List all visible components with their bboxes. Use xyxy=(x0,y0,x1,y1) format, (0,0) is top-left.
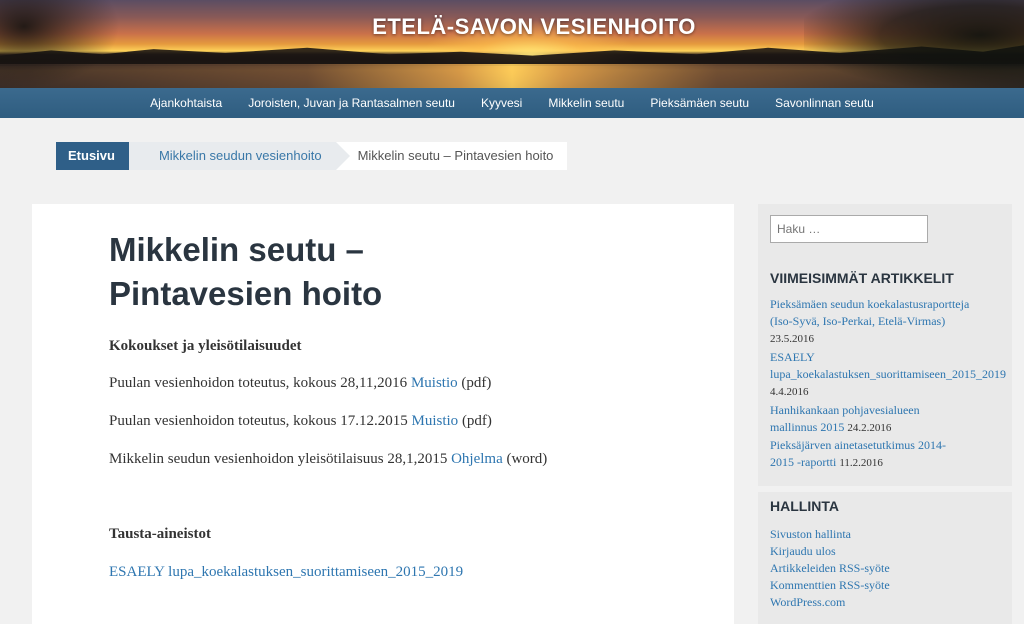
page-title-line2: Pintavesien hoito xyxy=(109,275,383,312)
recent-article-item: ESAELY lupa_koekalastuksen_suorittamiseen… xyxy=(770,349,1010,401)
meeting-row-text: Mikkelin seudun vesienhoidon yleisötilai… xyxy=(109,451,452,467)
meeting-row-text: Puulan vesienhoidon toteutus, kokous 17.… xyxy=(109,413,412,429)
wordpress-link[interactable]: WordPress.com xyxy=(770,595,845,609)
nav-item-ajankohtaista[interactable]: Ajankohtaista xyxy=(150,96,222,110)
file-type: (pdf) xyxy=(458,413,492,429)
articles-rss-link[interactable]: Artikkeleiden RSS-syöte xyxy=(770,561,890,575)
site-title[interactable]: ETELÄ-SAVON VESIENHOITO xyxy=(0,14,1024,40)
article: Mikkelin seutu – Pintavesien hoito Kokou… xyxy=(32,204,734,624)
section-heading-background: Tausta-aineistot xyxy=(109,526,211,543)
breadcrumb: Etusivu Mikkelin seudun vesienhoito Mikk… xyxy=(56,142,568,170)
background-link-row: ESAELY lupa_koekalastuksen_suorittamisee… xyxy=(109,564,463,581)
meeting-row: Puulan vesienhoidon toteutus, kokous 17.… xyxy=(109,413,492,430)
admin-heading: HALLINTA xyxy=(770,498,839,514)
recent-article-link[interactable]: Hanhikankaan pohjavesialueen mallinnus 20… xyxy=(770,403,920,434)
site-admin-link[interactable]: Sivuston hallinta xyxy=(770,527,851,541)
nav-item-pieksamaen-seutu[interactable]: Pieksämäen seutu xyxy=(650,96,749,110)
breadcrumb-current: Mikkelin seutu – Pintavesien hoito xyxy=(335,142,568,170)
sidebar-divider xyxy=(758,486,1012,492)
page-title: Mikkelin seutu – Pintavesien hoito xyxy=(109,228,469,316)
search-input[interactable] xyxy=(770,215,928,243)
section-heading-meetings-text: Kokoukset ja yleisötilaisuudet xyxy=(109,338,302,354)
sidebar: VIIMEISIMMÄT ARTIKKELIT Pieksämäen seudu… xyxy=(758,204,1012,624)
nav-item-kyyvesi[interactable]: Kyyvesi xyxy=(481,96,522,110)
meeting-row: Mikkelin seudun vesienhoidon yleisötilai… xyxy=(109,451,547,468)
recent-article-date: 4.4.2016 xyxy=(770,386,809,398)
recent-article-link[interactable]: ESAELY lupa_koekalastuksen_suorittamiseen… xyxy=(770,350,1006,381)
file-type: (word) xyxy=(502,451,548,467)
recent-article-link[interactable]: Pieksämäen seudun koekalastusraportteja(… xyxy=(770,297,969,328)
logout-link[interactable]: Kirjaudu ulos xyxy=(770,544,836,558)
recent-article-date: 23.5.2016 xyxy=(770,333,814,345)
meeting-row: Puulan vesienhoidon toteutus, kokous 28,… xyxy=(109,375,491,392)
recent-article-item: Pieksäjärven ainetasetutkimus 2014- 2015 … xyxy=(770,437,1010,472)
file-type: (pdf) xyxy=(457,375,492,391)
muistio-link[interactable]: Muistio xyxy=(412,413,459,429)
page-title-line1: Mikkelin seutu – xyxy=(109,231,364,268)
recent-article-date: 11.2.2016 xyxy=(839,457,883,469)
comments-rss-link[interactable]: Kommenttien RSS-syöte xyxy=(770,578,890,592)
recent-article-date: 24.2.2016 xyxy=(847,422,892,434)
breadcrumb-home[interactable]: Etusivu xyxy=(56,142,143,170)
ohjelma-link[interactable]: Ohjelma xyxy=(451,451,503,467)
recent-articles-heading: VIIMEISIMMÄT ARTIKKELIT xyxy=(770,270,954,286)
main-nav: Ajankohtaista Joroisten, Juvan ja Rantas… xyxy=(0,88,1024,118)
recent-article-item: Pieksämäen seudun koekalastusraportteja(… xyxy=(770,296,1010,348)
recent-article-item: Hanhikankaan pohjavesialueen mallinnus 20… xyxy=(770,402,1010,437)
section-heading-background-text: Tausta-aineistot xyxy=(109,526,211,542)
admin-links: Sivuston hallinta Kirjaudu ulos Artikkel… xyxy=(770,526,1010,611)
nav-item-savonlinnan-seutu[interactable]: Savonlinnan seutu xyxy=(775,96,874,110)
muistio-link[interactable]: Muistio xyxy=(411,375,458,391)
section-heading-meetings: Kokoukset ja yleisötilaisuudet xyxy=(109,338,302,355)
nav-item-joroisten[interactable]: Joroisten, Juvan ja Rantasalmen seutu xyxy=(248,96,455,110)
breadcrumb-parent[interactable]: Mikkelin seudun vesienhoito xyxy=(128,142,350,170)
header-banner: ETELÄ-SAVON VESIENHOITO xyxy=(0,0,1024,88)
meeting-row-text: Puulan vesienhoidon toteutus, kokous 28,… xyxy=(109,375,411,391)
nav-item-mikkelin-seutu[interactable]: Mikkelin seutu xyxy=(548,96,624,110)
esaely-permit-link[interactable]: ESAELY lupa_koekalastuksen_suorittamisee… xyxy=(109,564,463,580)
